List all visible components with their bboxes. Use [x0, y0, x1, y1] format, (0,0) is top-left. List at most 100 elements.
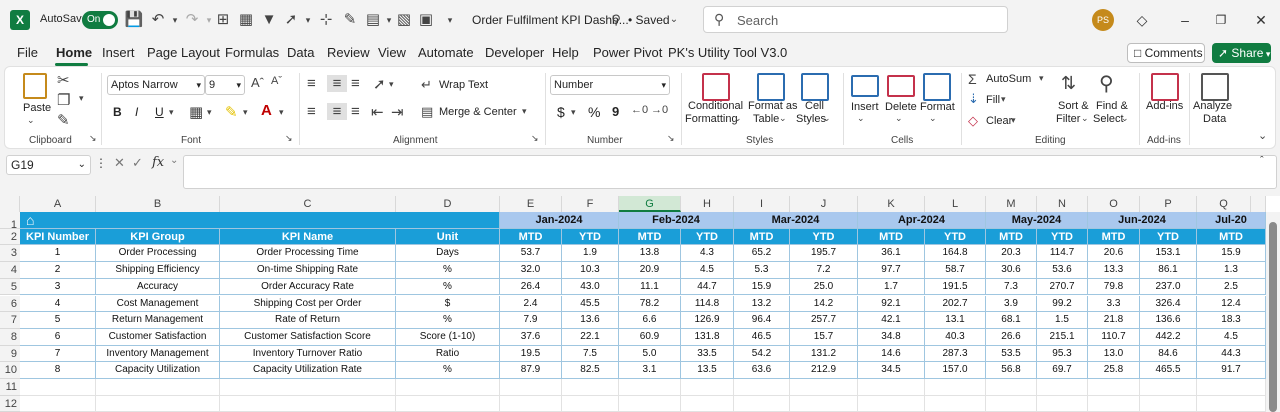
diamond-icon[interactable]: ◇: [1131, 9, 1153, 31]
empty-cell[interactable]: [220, 395, 396, 412]
table-cell[interactable]: 153.1: [1140, 245, 1197, 263]
autosave-toggle[interactable]: On: [82, 11, 118, 29]
empty-cell[interactable]: [986, 379, 1037, 396]
table-cell[interactable]: 86.1: [1140, 262, 1197, 279]
table-cell[interactable]: 14.6: [858, 345, 925, 363]
table-cell[interactable]: 287.3: [925, 345, 986, 363]
tab-data[interactable]: Data: [287, 45, 314, 60]
table-cell[interactable]: 20.6: [1088, 245, 1140, 263]
tab-view[interactable]: View: [378, 45, 406, 60]
table-cell[interactable]: 97.7: [858, 262, 925, 279]
find-select-label-1[interactable]: Find &: [1096, 100, 1128, 112]
table-cell[interactable]: 7.2: [790, 262, 858, 279]
select-all-corner[interactable]: [0, 196, 20, 212]
share-dropdown-icon[interactable]: ▾: [298, 10, 318, 30]
table-cell[interactable]: 13.5: [681, 362, 734, 379]
copy-icon[interactable]: ❐: [57, 91, 70, 109]
find-select-icon[interactable]: ⚲: [1099, 71, 1114, 96]
table-cell[interactable]: 442.2: [1140, 328, 1197, 346]
column-header-d[interactable]: D: [396, 196, 500, 212]
font-color-dropdown-icon[interactable]: ▾: [279, 107, 284, 118]
bold-button[interactable]: B: [113, 105, 122, 119]
empty-cell[interactable]: [396, 379, 500, 396]
table-cell[interactable]: 60.9: [619, 328, 681, 346]
empty-cell[interactable]: [96, 379, 220, 396]
table-cell[interactable]: 14.2: [790, 295, 858, 313]
name-box[interactable]: G19 ⌄: [6, 155, 91, 175]
empty-cell[interactable]: [619, 395, 681, 412]
empty-cell[interactable]: [1037, 395, 1088, 412]
table-cell[interactable]: 114.7: [1037, 245, 1088, 263]
add-ins-icon[interactable]: [1151, 73, 1179, 101]
format-cells-button[interactable]: Format: [920, 101, 955, 113]
format-dropdown-icon[interactable]: ⌄: [929, 113, 937, 124]
more-options-icon[interactable]: ⋮: [95, 156, 107, 170]
clear-button[interactable]: Clear: [986, 115, 1012, 127]
restore-icon[interactable]: ❐: [1210, 9, 1232, 31]
table-cell[interactable]: 13.8: [619, 245, 681, 263]
tab-formulas[interactable]: Formulas: [225, 45, 279, 60]
table-cell[interactable]: 1.5: [1037, 312, 1088, 329]
table-cell[interactable]: 56.8: [986, 362, 1037, 379]
tab-automate[interactable]: Automate: [418, 45, 474, 60]
table-cell[interactable]: 78.2: [619, 295, 681, 313]
table-cell[interactable]: 21.8: [1088, 312, 1140, 329]
table-cell[interactable]: 53.7: [500, 245, 562, 263]
underline-button[interactable]: U: [155, 105, 164, 119]
decrease-indent-icon[interactable]: ⇤: [371, 103, 384, 121]
formula-bar-chevron-icon[interactable]: ⌄: [170, 155, 178, 166]
table-cell[interactable]: Cost Management: [96, 295, 220, 313]
paste-button[interactable]: Paste: [23, 102, 51, 114]
table-cell[interactable]: 20.3: [986, 245, 1037, 263]
table-cell[interactable]: 7: [20, 345, 96, 363]
table-cell[interactable]: 53.5: [986, 345, 1037, 363]
format-painter-icon[interactable]: ✎: [57, 111, 70, 129]
merge-center-button[interactable]: Merge & Center: [439, 106, 517, 118]
search-box[interactable]: ⚲ Search: [703, 6, 1008, 33]
table-cell[interactable]: Inventory Management: [96, 345, 220, 363]
table-cell[interactable]: 44.7: [681, 278, 734, 296]
paste-dropdown-icon[interactable]: ⌄: [27, 115, 35, 126]
row-header[interactable]: 11: [0, 379, 20, 396]
wrap-text-icon[interactable]: ↵: [421, 77, 432, 93]
table-cell[interactable]: 257.7: [790, 312, 858, 329]
table-cell[interactable]: 68.1: [986, 312, 1037, 329]
table-cell[interactable]: 19.5: [500, 345, 562, 363]
fill-icon[interactable]: ⇣: [968, 91, 979, 107]
table-cell[interactable]: %: [396, 362, 500, 379]
underline-dropdown-icon[interactable]: ▾: [169, 107, 174, 118]
clear-dropdown-icon[interactable]: ▾: [1011, 115, 1016, 126]
table-cell[interactable]: 7.3: [986, 278, 1037, 296]
table-cell[interactable]: 15.7: [790, 328, 858, 346]
orientation-icon[interactable]: ➚: [373, 75, 386, 93]
column-header-e[interactable]: E: [500, 196, 562, 212]
column-header-q[interactable]: Q: [1197, 196, 1251, 212]
empty-cell[interactable]: [1037, 379, 1088, 396]
collapse-ribbon-icon[interactable]: ⌄: [1258, 129, 1267, 142]
increase-indent-icon[interactable]: ⇥: [391, 103, 404, 121]
table-icon[interactable]: ▦: [236, 10, 256, 30]
empty-cell[interactable]: [500, 395, 562, 412]
table-cell[interactable]: 20.9: [619, 262, 681, 279]
table-cell[interactable]: 326.4: [1140, 295, 1197, 313]
empty-cell[interactable]: [681, 395, 734, 412]
table-cell[interactable]: 191.5: [925, 278, 986, 296]
decrease-font-size-icon[interactable]: Aˇ: [271, 75, 282, 87]
table-cell[interactable]: 5.0: [619, 345, 681, 363]
cell-styles-dropdown-icon[interactable]: ⌄: [823, 113, 831, 124]
save-status-chevron-icon[interactable]: ⌄: [664, 10, 684, 30]
table-cell[interactable]: 63.6: [734, 362, 790, 379]
table-cell[interactable]: 13.1: [925, 312, 986, 329]
table-cell[interactable]: 25.0: [790, 278, 858, 296]
format-as-table-icon[interactable]: [757, 73, 785, 101]
close-icon[interactable]: ✕: [1250, 9, 1272, 31]
table-cell[interactable]: Capacity Utilization Rate: [220, 362, 396, 379]
empty-cell[interactable]: [1140, 379, 1197, 396]
table-cell[interactable]: $: [396, 295, 500, 313]
table-cell[interactable]: 69.7: [1037, 362, 1088, 379]
format-as-table-dropdown-icon[interactable]: ⌄: [779, 113, 787, 124]
row-header[interactable]: 4: [0, 262, 20, 279]
table-cell[interactable]: 202.7: [925, 295, 986, 313]
comments-button[interactable]: □ Comments: [1127, 43, 1205, 63]
align-bottom-icon[interactable]: ≡: [351, 75, 360, 92]
